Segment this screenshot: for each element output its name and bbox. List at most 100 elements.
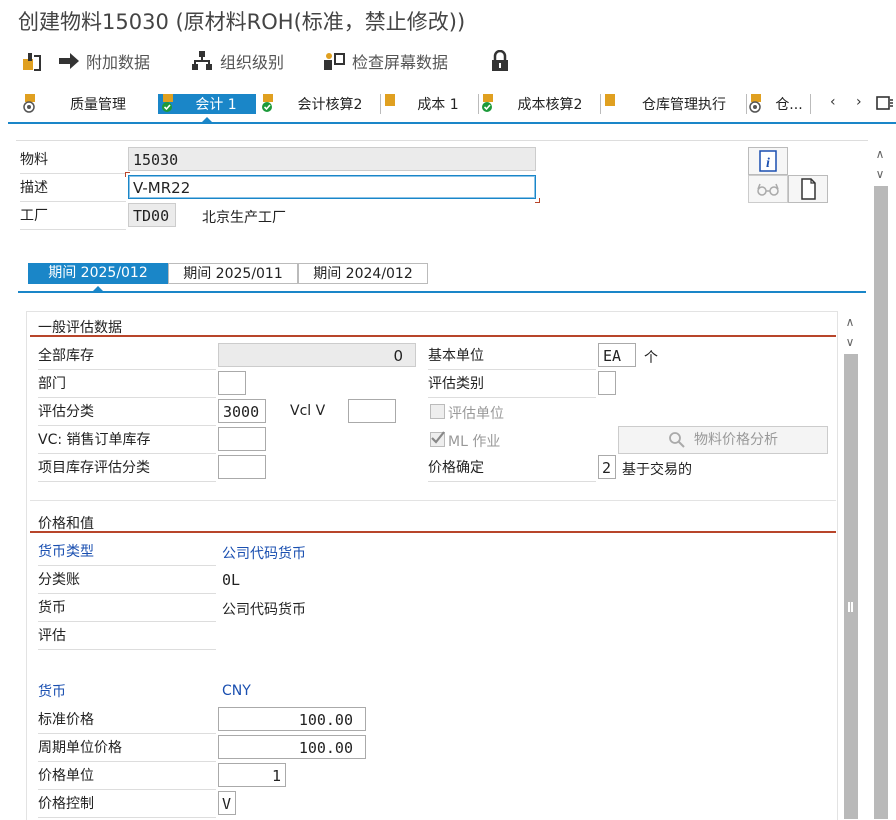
info-button[interactable]: i — [748, 147, 788, 175]
tab-costing-1[interactable]: 成本 1 — [380, 94, 479, 114]
vcl-v-label: Vcl V — [290, 403, 326, 419]
currency-label: 货币 — [38, 595, 216, 622]
currency2-value: CNY — [222, 683, 251, 699]
window-title: 创建物料15030 (原材料ROH(标准，禁止修改)) — [18, 10, 466, 34]
yellow-flag-icon — [385, 94, 395, 106]
section-rule — [30, 531, 836, 533]
section-title-general: 一般评估数据 — [38, 320, 122, 336]
periodic-price-input[interactable]: 100.00 — [218, 735, 366, 759]
section-title-prices: 价格和值 — [38, 516, 94, 532]
valuation-category-label: 评估类别 — [428, 371, 596, 398]
valuation-class-input[interactable]: 3000 — [218, 399, 266, 423]
magnifier-icon — [669, 432, 685, 448]
standard-price-input[interactable]: 100.00 — [218, 707, 366, 731]
tab-costing-2[interactable]: 成本核算2 — [478, 94, 601, 114]
scroll-down-icon[interactable]: ∨ — [872, 166, 888, 182]
radio-icon — [749, 94, 761, 113]
section-rule — [30, 335, 836, 337]
price-unit-label: 价格单位 — [38, 763, 216, 790]
tab-accounting-2[interactable]: 会计核算2 — [258, 94, 381, 114]
ledger-label: 分类账 — [38, 567, 216, 594]
periodic-price-label: 周期单位价格 — [38, 735, 216, 762]
tab-label: 仓库管理执行 — [642, 97, 726, 113]
tab-scroll-right-icon[interactable]: › — [856, 94, 862, 110]
tab-underline — [8, 122, 896, 124]
tab-more[interactable]: 仓... — [746, 94, 811, 114]
price-determination-label: 价格确定 — [428, 455, 596, 482]
scroll-up-icon[interactable]: ∧ — [872, 146, 888, 162]
tab-period-2025-012[interactable]: 期间 2025/012 — [28, 263, 168, 284]
focus-corner — [535, 198, 540, 203]
valuation-category-input[interactable] — [598, 371, 616, 395]
application-toolbar: 附加数据 组织级别 检查屏幕数据 — [0, 42, 896, 80]
glasses-icon — [757, 183, 779, 196]
base-unit-text: 个 — [644, 350, 658, 366]
period-tab-underline — [18, 291, 866, 293]
radio-icon — [23, 94, 35, 113]
inner-scroll-up-icon[interactable]: ∧ — [842, 314, 858, 330]
standard-price-label: 标准价格 — [38, 707, 216, 734]
check-screen-icon — [324, 53, 345, 70]
active-tab-pointer — [201, 117, 213, 123]
document-icon — [801, 178, 816, 200]
valuation-label: 评估 — [38, 623, 216, 650]
currency2-label: 货币 — [38, 684, 66, 700]
vcl-v-input[interactable] — [348, 399, 396, 423]
description-input[interactable]: V-MR22 — [128, 175, 536, 199]
valuation-unit-label: 评估单位 — [448, 406, 504, 422]
arrow-right-icon — [59, 53, 79, 69]
base-unit-label: 基本单位 — [428, 343, 596, 370]
tab-warehouse-execution[interactable]: 仓库管理执行 — [600, 94, 747, 114]
tab-label: 质量管理 — [70, 97, 126, 113]
price-determination-input[interactable]: 2 — [598, 455, 616, 479]
tab-strip: 质量管理 会计 1 会计核算2 成本 1 成本核算2 仓库管理执行 仓... ‹… — [20, 92, 896, 118]
tab-label: 成本 1 — [417, 97, 459, 113]
document-button[interactable] — [788, 175, 828, 203]
total-stock-label: 全部库存 — [38, 343, 216, 370]
switch-org-button[interactable] — [20, 50, 48, 72]
ml-checkbox[interactable] — [430, 431, 445, 447]
check-screen-button[interactable]: 检查屏幕数据 — [322, 50, 448, 72]
price-control-label: 价格控制 — [38, 791, 216, 818]
division-input[interactable] — [218, 371, 246, 395]
plant-label: 工厂 — [20, 203, 126, 230]
tab-list-icon[interactable] — [876, 94, 894, 116]
price-analysis-button[interactable]: 物料价格分析 — [618, 426, 828, 454]
tab-accounting-1[interactable]: 会计 1 — [158, 94, 256, 114]
inner-scrollbar[interactable] — [844, 354, 858, 819]
total-stock-field: 0 — [218, 343, 416, 367]
active-period-pointer — [92, 286, 104, 292]
display-button[interactable] — [748, 175, 788, 203]
focus-corner — [125, 172, 130, 177]
main-scrollbar[interactable] — [874, 186, 888, 819]
base-unit-field[interactable]: EA — [598, 343, 636, 367]
section-divider — [30, 500, 836, 501]
price-unit-input[interactable]: 1 — [218, 763, 286, 787]
description-label: 描述 — [20, 175, 126, 202]
tab-period-2025-011[interactable]: 期间 2025/011 — [168, 263, 298, 284]
tab-period-2024-012[interactable]: 期间 2024/012 — [298, 263, 428, 284]
valuation-unit-checkbox[interactable] — [430, 404, 445, 419]
material-label: 物料 — [20, 147, 126, 174]
tab-label: 成本核算2 — [517, 97, 583, 113]
vc-sales-order-label: VC: 销售订单库存 — [38, 427, 216, 454]
additional-data-button[interactable]: 附加数据 — [58, 50, 150, 72]
lock-button[interactable] — [490, 50, 516, 72]
price-analysis-label: 物料价格分析 — [694, 432, 778, 448]
inner-scroll-down-icon[interactable]: ∨ — [842, 334, 858, 350]
check-icon — [482, 94, 493, 112]
additional-data-label: 附加数据 — [86, 53, 151, 72]
vc-sales-order-input[interactable] — [218, 427, 266, 451]
project-stock-input[interactable] — [218, 455, 266, 479]
ledger-value: 0L — [222, 571, 241, 589]
check-screen-label: 检查屏幕数据 — [352, 53, 449, 72]
tab-quality-management[interactable]: 质量管理 — [20, 94, 159, 114]
material-field: 15030 — [128, 147, 536, 171]
info-icon: i — [759, 150, 777, 172]
price-control-input[interactable]: V — [218, 791, 236, 815]
valuation-class-label: 评估分类 — [38, 399, 216, 426]
org-levels-button[interactable]: 组织级别 — [190, 50, 284, 72]
tab-scroll-left-icon[interactable]: ‹ — [830, 94, 836, 110]
currency-type-label: 货币类型 — [38, 539, 216, 566]
lock-icon — [492, 50, 508, 71]
